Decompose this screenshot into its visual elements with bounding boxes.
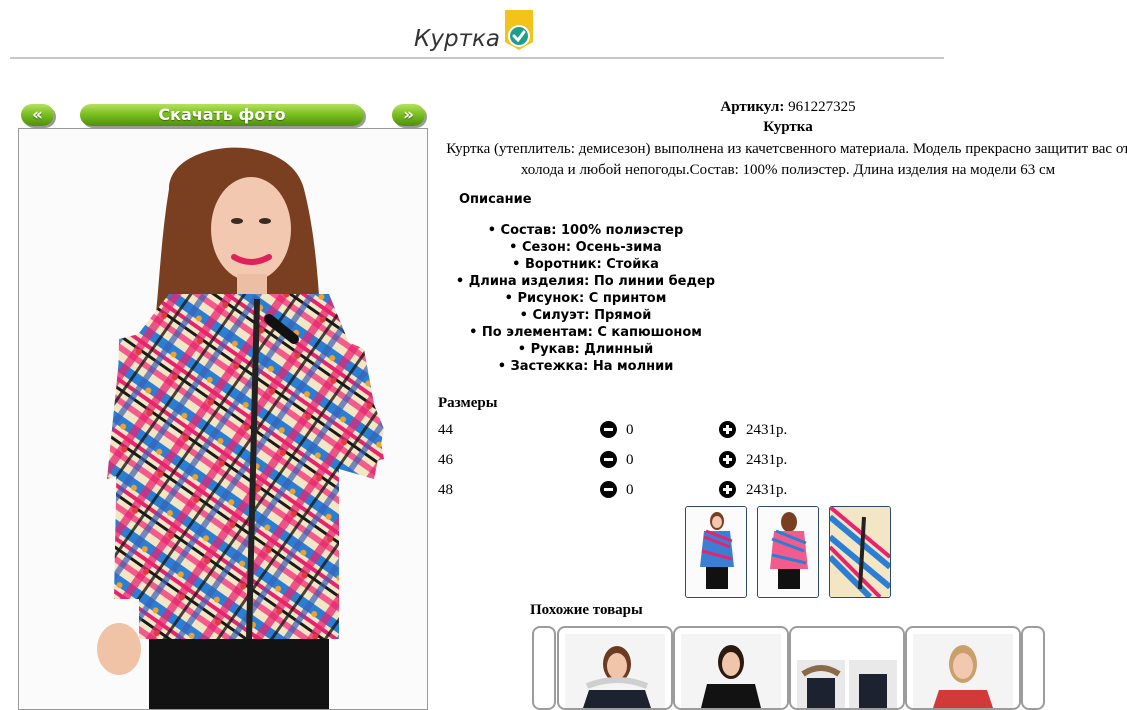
check-badge-icon [505,10,533,50]
plus-icon[interactable] [719,481,736,498]
product-description: Куртка (утеплитель: демисезон) выполнена… [446,141,1127,178]
feature-item: Состав: 100% полиэстер [438,222,733,239]
plus-icon[interactable] [719,421,736,438]
photo-thumbnail[interactable] [685,506,747,598]
quantity-value: 0 [626,482,634,498]
similar-prev-button[interactable] [532,626,556,710]
header-divider [10,57,944,59]
size-price: 2431р. [746,422,788,438]
size-label: 46 [438,452,453,468]
features-heading: Описание [459,192,532,207]
size-row: 44 0 2431р. [438,421,798,446]
size-price: 2431р. [746,452,788,468]
sizes-heading: Размеры [438,395,498,411]
photo-thumbnail[interactable] [829,506,891,598]
feature-item: Сезон: Осень-зима [438,239,733,256]
feature-item: Рисунок: С принтом [438,290,733,307]
similar-product-image [913,634,1013,708]
similar-product-card[interactable] [789,626,905,710]
similar-product-card[interactable] [673,626,789,710]
prev-photo-button[interactable]: « [21,104,54,126]
similar-product-image [797,634,897,708]
minus-icon[interactable] [600,421,617,438]
similar-heading: Похожие товары [530,602,643,618]
similar-product-image [565,634,665,708]
similar-product-image [681,634,781,708]
feature-item: Рукав: Длинный [438,341,733,358]
feature-item: Застежка: На молнии [438,358,733,375]
similar-next-button[interactable] [1021,626,1045,710]
main-product-photo[interactable] [18,128,428,710]
similar-product-card[interactable] [557,626,673,710]
feature-item: Силуэт: Прямой [438,307,733,324]
quantity-value: 0 [626,452,634,468]
photo-thumbnail[interactable] [757,506,819,598]
similar-product-card[interactable] [905,626,1021,710]
feature-item: Длина изделия: По линии бедер [438,273,733,290]
product-name: Куртка [763,119,813,135]
minus-icon[interactable] [600,451,617,468]
plus-icon[interactable] [719,451,736,468]
size-label: 48 [438,482,453,498]
features-list: Состав: 100% полиэстер Сезон: Осень-зима… [438,222,733,375]
feature-item: По элементам: С капюшоном [438,324,733,341]
next-photo-button[interactable]: » [392,104,425,126]
article-value: 961227325 [788,99,856,115]
page-title: Куртка [414,26,500,52]
article-label: Артикул: [720,99,785,115]
size-label: 44 [438,422,453,438]
size-row: 48 0 2431р. [438,481,798,506]
quantity-value: 0 [626,422,634,438]
minus-icon[interactable] [600,481,617,498]
size-price: 2431р. [746,482,788,498]
download-photo-button[interactable]: Скачать фото [80,104,364,126]
size-row: 46 0 2431р. [438,451,798,476]
feature-item: Воротник: Стойка [438,256,733,273]
article-line: Артикул: 961227325 [438,99,1127,116]
